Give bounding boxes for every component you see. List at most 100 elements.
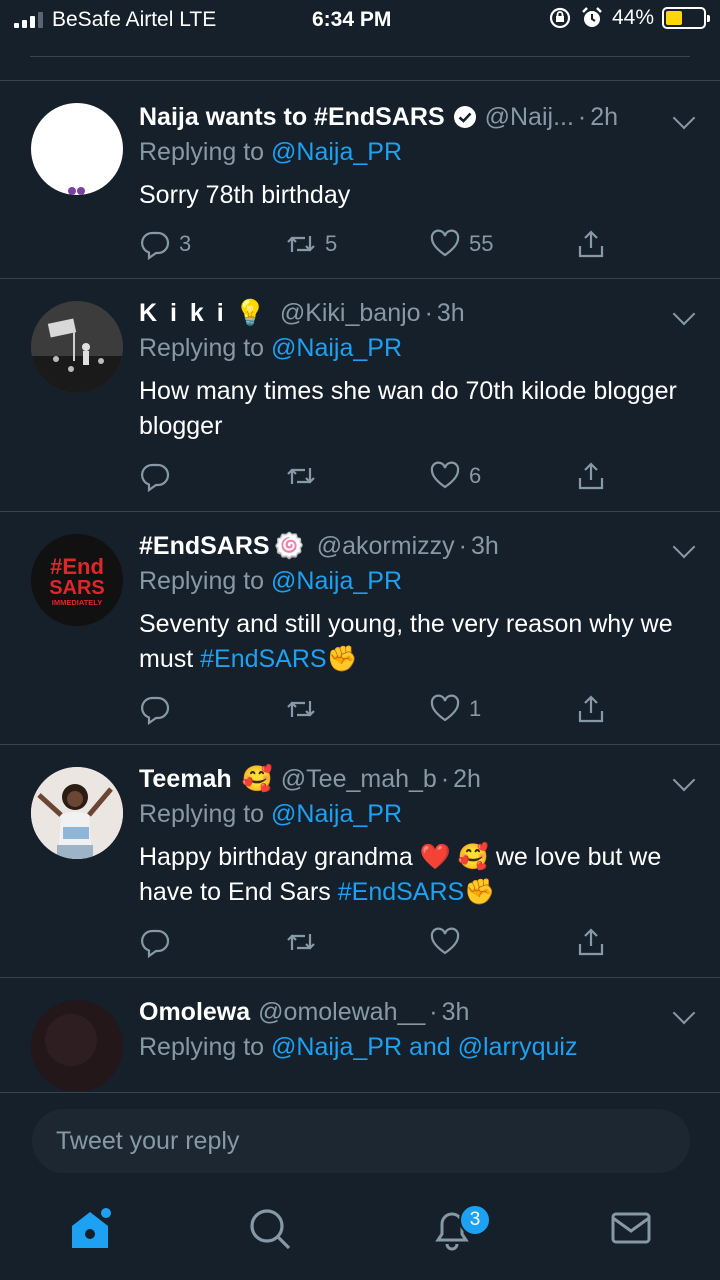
retweet-icon: [287, 701, 315, 717]
spiral-icon: 🍥: [273, 531, 305, 560]
mention-link[interactable]: @Naija_PR: [271, 138, 402, 166]
avatar[interactable]: [31, 767, 123, 859]
raised-fist-icon: ✊: [326, 645, 358, 673]
replies-feed[interactable]: Naija wants to #EndSARS @Naij... · 2h Re…: [0, 81, 720, 1091]
tweet-author-name[interactable]: Teemah: [139, 765, 232, 794]
reply-icon: [141, 929, 170, 958]
mention-link[interactable]: @Naija_PR and @larryquiz: [271, 1033, 577, 1061]
reply-composer: [0, 1092, 720, 1192]
retweet-count: 5: [325, 231, 338, 256]
retweet-icon: [287, 468, 315, 484]
status-bar: BeSafe Airtel LTE 6:34 PM 44%: [0, 0, 720, 40]
tweet-item[interactable]: #End SARS IMMEDIATELY #EndSARS 🍥 @akormi…: [0, 512, 720, 745]
tweet-item[interactable]: Teemah 🥰 @Tee_mah_b · 2h Replying to @Na…: [0, 745, 720, 978]
tweet-text: Happy birthday grandma ❤️ 🥰 we love but …: [139, 843, 662, 906]
share-button[interactable]: [575, 926, 607, 958]
tweet-item[interactable]: Omolewa @omolewah__ · 3h Replying to @Na…: [0, 978, 720, 1091]
replying-to-line: Replying to @Naija_PR: [139, 800, 403, 828]
mail-icon: [611, 1212, 651, 1244]
hashtag-link[interactable]: #EndSARS: [200, 645, 326, 673]
tweet-author-handle[interactable]: @Tee_mah_b: [281, 765, 437, 794]
tweet-author-name[interactable]: Naija wants to #EndSARS: [139, 103, 445, 132]
reply-button[interactable]: [139, 926, 179, 958]
tweet-author-name[interactable]: K i k i: [139, 299, 227, 328]
like-count: 55: [469, 231, 494, 256]
tweet-author-handle[interactable]: @Kiki_banjo: [280, 299, 421, 328]
replying-to-line: Replying to @Naija_PR: [139, 334, 403, 362]
like-count: 6: [469, 463, 482, 488]
heart-icon: [430, 229, 460, 257]
tab-messages[interactable]: [607, 1204, 655, 1252]
battery-percent: 44%: [611, 6, 654, 29]
like-button[interactable]: 1: [429, 693, 481, 725]
like-button[interactable]: [429, 926, 469, 958]
share-icon: [578, 230, 604, 258]
tweet-item[interactable]: Naija wants to #EndSARS @Naij... · 2h Re…: [0, 81, 720, 279]
reply-icon: [141, 231, 170, 260]
avatar[interactable]: #End SARS IMMEDIATELY: [31, 534, 123, 626]
avatar[interactable]: [31, 301, 123, 393]
status-time: 6:34 PM: [312, 8, 392, 31]
reply-button[interactable]: [139, 693, 179, 725]
separator-dot: ·: [440, 764, 450, 793]
tab-home[interactable]: [66, 1204, 114, 1252]
replying-to-line: Replying to @Naija_PR and @larryquiz: [139, 1033, 578, 1061]
svg-text:SARS: SARS: [49, 577, 105, 599]
like-button[interactable]: 6: [429, 460, 481, 492]
svg-text:#End: #End: [50, 554, 104, 579]
share-button[interactable]: [575, 693, 607, 725]
like-count: 1: [469, 696, 482, 721]
tweet-time: 2h: [453, 764, 481, 793]
retweet-button[interactable]: [285, 693, 325, 725]
share-button[interactable]: [575, 228, 607, 260]
retweet-icon: [287, 934, 315, 950]
reply-button[interactable]: [139, 460, 179, 492]
tab-search[interactable]: [246, 1204, 294, 1252]
like-button[interactable]: 55: [429, 228, 493, 260]
tweet-item[interactable]: K i k i 💡 @Kiki_banjo · 3h Replying to @…: [0, 279, 720, 512]
heart-icon: [430, 694, 460, 722]
home-icon: [72, 1208, 111, 1248]
retweet-button[interactable]: 5: [285, 228, 337, 260]
tweet-time: 3h: [470, 531, 499, 560]
smiling-face-with-hearts-icon: 🥰: [241, 764, 273, 793]
tweet-time: 3h: [441, 997, 470, 1026]
carrier-label: BeSafe Airtel LTE: [52, 8, 217, 31]
tweet-author-handle[interactable]: @akormizzy: [317, 532, 455, 561]
replying-to-line: Replying to @Naija_PR: [139, 138, 403, 166]
divider: [30, 56, 690, 57]
signal-strength-icon: [14, 12, 43, 28]
battery-icon: [662, 7, 710, 29]
svg-text:IMMEDIATELY: IMMEDIATELY: [52, 598, 102, 607]
tweet-author-name[interactable]: #EndSARS: [139, 532, 270, 561]
tweet-author-handle[interactable]: @omolewah__: [258, 998, 425, 1027]
notifications-badge: 3: [459, 1204, 491, 1236]
separator-dot: ·: [577, 102, 587, 131]
share-icon: [578, 928, 604, 956]
retweet-button[interactable]: [285, 926, 325, 958]
tweet-reply-input[interactable]: [32, 1109, 690, 1173]
screen-rotation-lock-icon: [549, 7, 571, 29]
hashtag-link[interactable]: #EndSARS: [338, 878, 464, 906]
share-button[interactable]: [575, 460, 607, 492]
mention-link[interactable]: @Naija_PR: [271, 800, 402, 828]
separator-dot: ·: [429, 997, 438, 1026]
avatar[interactable]: [31, 103, 123, 195]
reply-count: 3: [179, 231, 192, 256]
tweet-author-name[interactable]: Omolewa: [139, 998, 250, 1027]
tweet-author-handle[interactable]: @Naij...: [485, 103, 574, 132]
separator-dot: ·: [458, 531, 467, 560]
mention-link[interactable]: @Naija_PR: [271, 334, 402, 362]
retweet-button[interactable]: [285, 460, 325, 492]
reply-icon: [141, 696, 170, 725]
mention-link[interactable]: @Naija_PR: [271, 567, 402, 595]
tweet-text: How many times she wan do 70th kilode bl…: [139, 377, 677, 440]
reply-button[interactable]: 3: [139, 228, 191, 260]
alarm-icon: [582, 7, 602, 27]
replying-to-line: Replying to @Naija_PR: [139, 567, 403, 595]
raised-fist-icon: ✊: [464, 878, 496, 906]
reply-icon: [141, 463, 170, 492]
bottom-tab-bar: [0, 1192, 720, 1280]
lightbulb-icon: 💡: [234, 298, 266, 327]
avatar[interactable]: [31, 1000, 123, 1091]
